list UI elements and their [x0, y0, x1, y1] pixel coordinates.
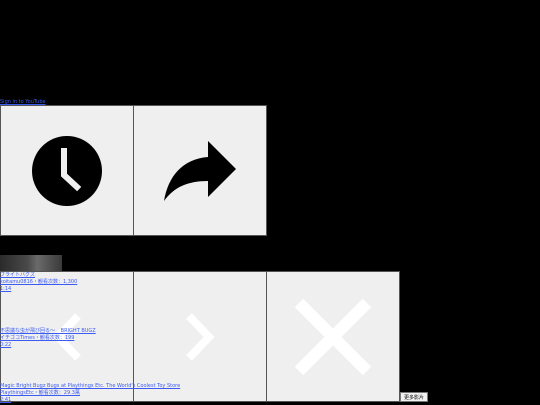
- close-tile[interactable]: [266, 271, 400, 402]
- video-meta[interactable]: PlaythingsEtc・観看次数：29.3萬: [0, 390, 80, 396]
- chevron-right-icon: [186, 312, 215, 361]
- video-duration: 2:41: [0, 397, 12, 403]
- video-title[interactable]: 不思議な虫が飛び回る〜 _ BRIGHT BUGZ: [0, 328, 96, 334]
- watch-later-tile[interactable]: [0, 105, 134, 236]
- video-title[interactable]: ブライトバグズ: [0, 272, 35, 278]
- video-duration: 0:22: [0, 342, 12, 348]
- video-thumbnail[interactable]: [0, 255, 62, 272]
- video-meta[interactable]: イチゴコTimes・観看次数：199: [0, 335, 74, 341]
- more-videos-button[interactable]: 更多影片: [400, 392, 428, 402]
- share-arrow-icon: [164, 140, 236, 201]
- share-tile[interactable]: [133, 105, 267, 236]
- video-title[interactable]: Magic Bright Bugz Bugs at Playthings Etc…: [0, 383, 180, 389]
- close-x-icon: [294, 298, 372, 375]
- video-meta[interactable]: koitamu0816・観看次数：1,300: [0, 279, 77, 285]
- clock-icon: [32, 135, 102, 206]
- video-duration: 1:14: [0, 286, 12, 292]
